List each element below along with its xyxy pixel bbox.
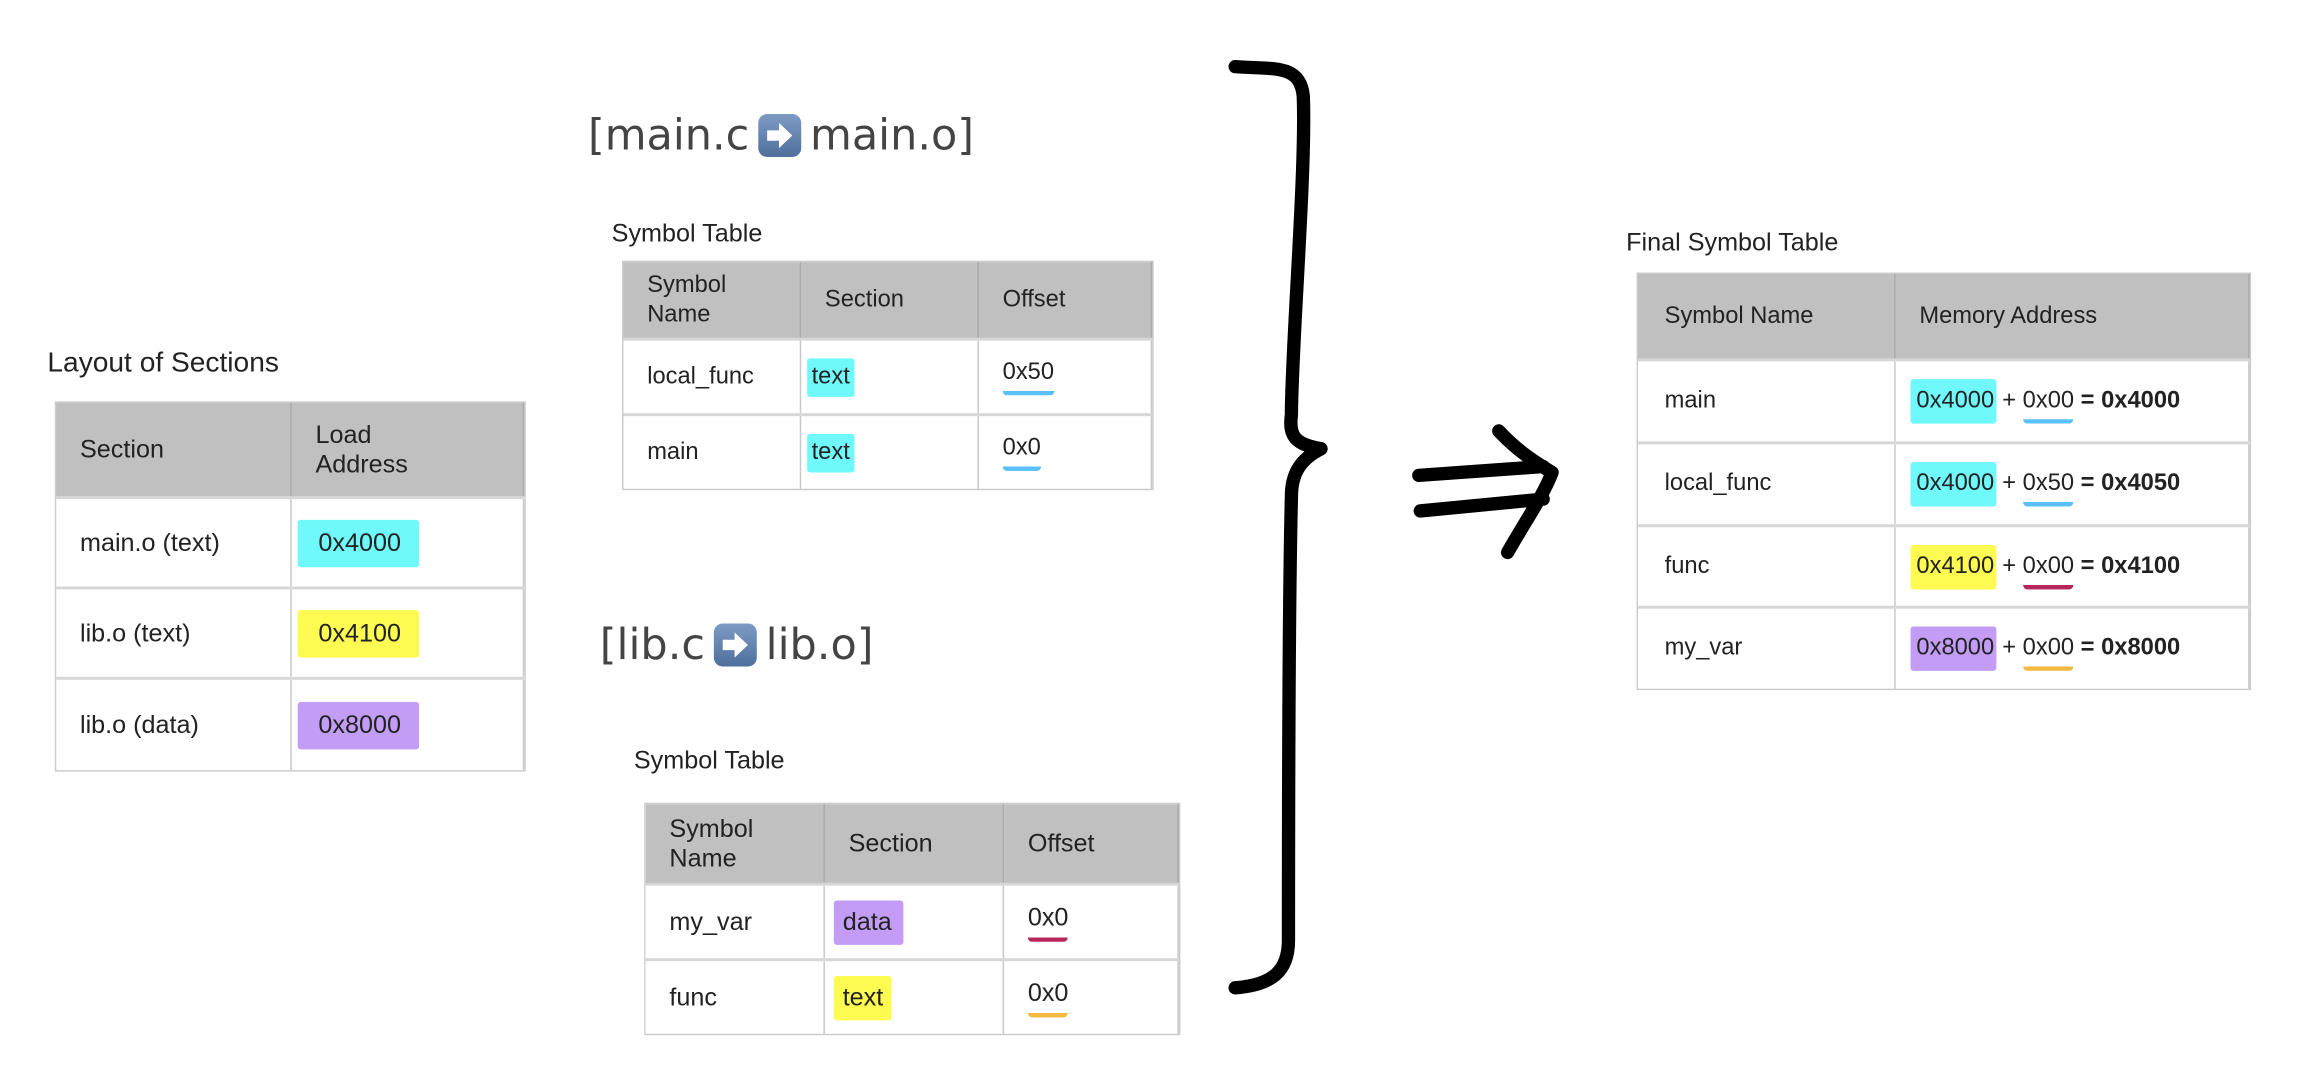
table-row: main.o (text) 0x4000 [56,496,525,588]
section-name: lib.o (text) [56,586,292,679]
section-value: text [807,433,855,472]
result-address: 0x4000 [2101,388,2181,414]
section-name: lib.o (data) [56,676,292,771]
final-symbol-table-title: Final Symbol Table [1626,228,1839,257]
symbol-name: main [623,413,802,489]
layout-table: Section Load Address main.o (text) 0x400… [56,402,525,771]
col-header: Offset [978,262,1153,340]
offset-value: 0x00 [2022,388,2075,424]
implies-arrow-icon [1412,424,1559,560]
lib-compile-heading: [lib.c lib.o] [600,619,874,669]
equals-sign: = [2080,470,2095,497]
header-text: Symbol Name [647,271,727,327]
heading-source: [lib.c [599,619,705,670]
load-address: 0x4000 [297,519,419,567]
plus-sign: + [2002,635,2017,661]
symbol-name: my_var [645,882,825,960]
section-value: text [833,975,893,1020]
col-header: Symbol Name [1637,273,1896,360]
right-arrow-icon [713,622,757,666]
section-name: main.o (text) [56,496,292,588]
base-address: 0x4000 [1910,462,1996,507]
offset-value: 0x00 [2022,553,2075,589]
equals-sign: = [2080,553,2095,579]
col-header: Section [824,804,1005,885]
memory-address: 0x4000 + 0x50 = 0x4050 [1894,441,2250,526]
equals-sign: = [2080,635,2095,661]
symbol-name: main [1637,358,1896,443]
offset-value: 0x0 [1002,435,1041,471]
equals-sign: = [2080,388,2095,414]
load-address: 0x8000 [297,701,419,749]
col-header: Section [800,262,979,340]
table-row: func 0x4100 + 0x00 = 0x4100 [1637,524,2250,608]
table-row: main 0x4000 + 0x00 = 0x4000 [1637,358,2250,443]
table-row: func text 0x0 [645,958,1179,1034]
final-symbol-table: Symbol Name Memory Address main 0x4000 +… [1637,273,2250,689]
lib-symbol-table-title: Symbol Table [633,746,785,775]
result-address: 0x8000 [2101,635,2181,661]
offset-value: 0x00 [2022,635,2075,671]
layout-title: Layout of Sections [47,348,279,380]
heading-target: main.o] [810,109,975,160]
lib-symbol-table: Symbol Name Section Offset my_var data 0… [645,804,1179,1034]
linking-diagram: [main.c main.o] Symbol Table Symbol Name… [0,0,2322,1078]
memory-address: 0x4100 + 0x00 = 0x4100 [1894,524,2250,608]
table-row: lib.o (data) 0x8000 [56,676,525,771]
result-address: 0x4100 [2101,553,2181,579]
plus-sign: + [2002,388,2017,414]
symbol-name: my_var [1637,605,1896,689]
base-address: 0x4100 [1910,544,1996,589]
main-symbol-table-title: Symbol Table [611,219,763,248]
col-header: Memory Address [1894,273,2250,360]
offset-value: 0x50 [1002,359,1055,395]
col-header: Offset [1003,804,1179,885]
base-address: 0x4000 [1910,379,1996,424]
table-row: local_func 0x4000 + 0x50 = 0x4050 [1637,441,2250,526]
main-symbol-table: Symbol Name Section Offset local_func te… [623,262,1153,489]
base-address: 0x8000 [1910,626,1996,671]
right-arrow-icon [758,113,802,157]
table-row: my_var data 0x0 [645,882,1179,960]
offset-value: 0x0 [1027,903,1069,942]
section-value: text [807,357,855,397]
col-header: Section [56,402,292,498]
heading-source: [main.c [587,109,750,160]
symbol-name: local_func [623,337,802,415]
plus-sign: + [2002,553,2017,579]
table-row: my_var 0x8000 + 0x00 = 0x8000 [1637,605,2250,689]
memory-address: 0x4000 + 0x00 = 0x4000 [1894,358,2250,443]
table-row: local_func text 0x50 [623,337,1153,415]
memory-address: 0x8000 + 0x00 = 0x8000 [1894,605,2250,689]
curly-brace-icon [1228,59,1328,995]
header-text: Symbol Name [669,813,754,872]
table-row: lib.o (text) 0x4100 [56,586,525,679]
header-text: Load Address [315,419,408,478]
symbol-name: func [645,958,825,1034]
result-address: 0x4050 [2101,470,2181,497]
symbol-name: func [1637,524,1896,608]
load-address: 0x4100 [297,609,419,657]
main-compile-heading: [main.c main.o] [588,110,974,160]
section-value: data [833,899,904,945]
col-header: Symbol Name [623,262,802,340]
plus-sign: + [2002,470,2017,497]
heading-target: lib.o] [765,619,874,670]
offset-value: 0x0 [1027,978,1069,1017]
table-row: main text 0x0 [623,413,1153,489]
col-header: Symbol Name [645,804,825,885]
offset-value: 0x50 [2022,471,2075,507]
col-header: Load Address [291,402,525,498]
symbol-name: local_func [1637,441,1896,526]
